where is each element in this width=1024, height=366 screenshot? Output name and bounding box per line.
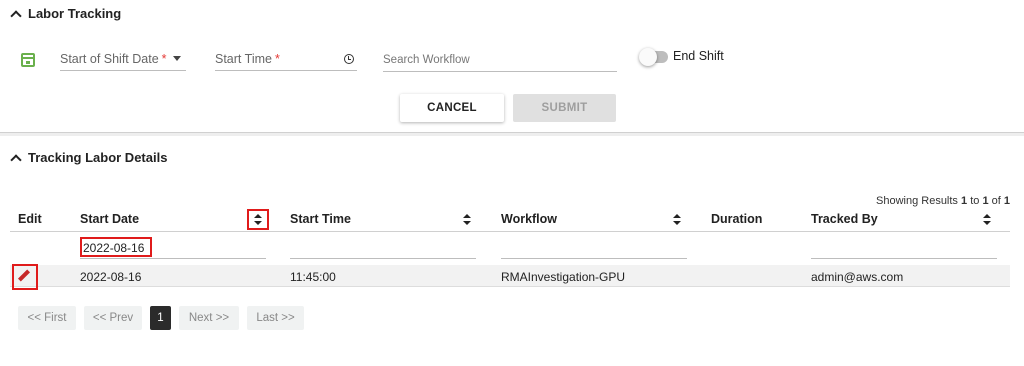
results-summary: Showing Results 1 to 1 of 1 (876, 195, 1010, 207)
calendar-icon[interactable] (21, 53, 35, 67)
labor-tracking-title: Labor Tracking (28, 6, 122, 21)
col-header-duration: Duration (711, 212, 763, 226)
shift-date-placeholder: Start of Shift Date (60, 51, 159, 66)
cell-start-date: 2022-08-16 (80, 270, 142, 284)
submit-button[interactable]: SUBMIT (513, 94, 616, 122)
tracking-details-header[interactable]: Tracking Labor Details (10, 150, 168, 166)
cell-start-time: 11:45:00 (290, 270, 336, 284)
highlight-filter-start-date (80, 237, 152, 257)
cancel-button[interactable]: CANCEL (400, 94, 504, 122)
col-header-workflow[interactable]: Workflow (501, 212, 557, 226)
search-workflow-input[interactable]: Search Workflow (383, 48, 617, 72)
clock-icon[interactable] (344, 54, 354, 64)
shift-date-select[interactable]: Start of Shift Date * (60, 47, 186, 71)
highlight-sort-start-date (247, 209, 269, 230)
header-divider (10, 231, 1010, 232)
filter-workflow-input[interactable] (501, 237, 687, 259)
end-shift-label: End Shift (673, 49, 724, 63)
chevron-up-icon (10, 9, 22, 22)
required-mark: * (161, 51, 167, 66)
filter-start-time-input[interactable] (290, 237, 476, 259)
start-time-input[interactable]: Start Time * (215, 47, 357, 71)
pagination-prev-button[interactable]: << Prev (84, 306, 142, 330)
toggle-knob (639, 48, 657, 66)
filter-tracked-by-input[interactable] (811, 237, 997, 259)
pagination-last-button[interactable]: Last >> (247, 306, 304, 330)
required-mark: * (274, 51, 280, 66)
sort-icon[interactable] (983, 214, 991, 225)
pagination-next-button[interactable]: Next >> (179, 306, 239, 330)
col-header-edit: Edit (18, 212, 42, 226)
col-header-start-date[interactable]: Start Date (80, 212, 139, 226)
col-header-tracked-by[interactable]: Tracked By (811, 212, 878, 226)
caret-down-icon (172, 56, 181, 61)
tracking-details-title: Tracking Labor Details (28, 150, 168, 165)
section-divider (0, 132, 1024, 136)
sort-icon[interactable] (463, 214, 471, 225)
cell-workflow: RMAInvestigation-GPU (501, 270, 626, 284)
search-workflow-placeholder: Search Workflow (383, 53, 470, 66)
end-shift-toggle[interactable] (639, 48, 668, 66)
start-time-placeholder: Start Time (215, 51, 272, 66)
highlight-edit-button (12, 264, 38, 290)
col-header-start-time[interactable]: Start Time (290, 212, 351, 226)
pagination-page-button[interactable]: 1 (150, 306, 171, 330)
chevron-up-icon (10, 153, 22, 166)
labor-tracking-header[interactable]: Labor Tracking (10, 6, 122, 22)
cell-tracked-by: admin@aws.com (811, 270, 904, 284)
pagination-first-button[interactable]: << First (18, 306, 76, 330)
sort-icon[interactable] (673, 214, 681, 225)
